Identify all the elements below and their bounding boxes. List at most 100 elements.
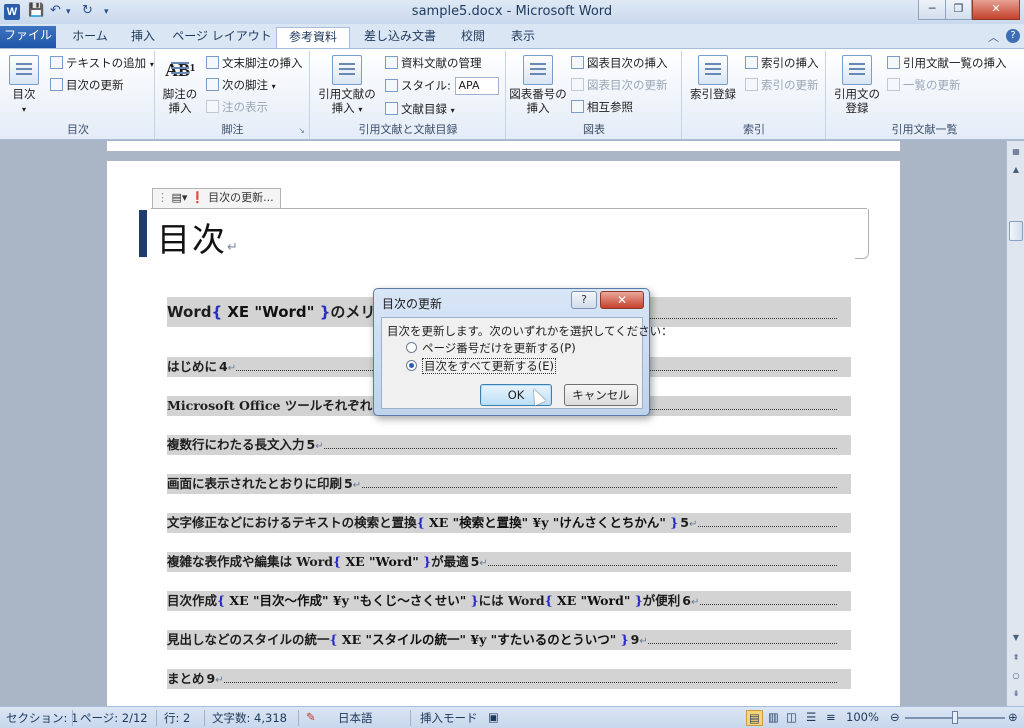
previous-page-icon[interactable]: ⇞ [1009, 651, 1023, 665]
footnote-dialog-launcher-icon[interactable]: ↘ [298, 126, 305, 135]
insert-footnote-button[interactable]: AB¹ 脚注の 挿入 [158, 55, 202, 115]
zoom-slider-thumb[interactable] [952, 711, 958, 724]
status-separator [156, 710, 157, 726]
tab-page-layout[interactable]: ページ レイアウト [172, 27, 272, 48]
toc-entry[interactable]: 文字修正などにおけるテキストの検索と置換{ XE "検索と置換" ¥y "けんさ… [167, 513, 851, 533]
show-notes-button[interactable]: 注の表示 [206, 99, 268, 115]
update-index-button[interactable]: 索引の更新 [745, 77, 819, 93]
scroll-down-icon[interactable]: ▼ [1009, 631, 1023, 645]
next-page-icon[interactable]: ⇟ [1009, 687, 1023, 701]
tab-home[interactable]: ホーム [62, 27, 118, 48]
scroll-thumb[interactable] [1009, 221, 1023, 241]
index-entry-field: XE "目次～作成" ¥y "もくじ～さくせい" [225, 593, 471, 608]
draft-view-icon[interactable]: ≡ [826, 710, 836, 724]
previous-page-bottom [107, 141, 900, 151]
insert-toa-button[interactable]: 引用文献一覧の挿入 [887, 55, 1007, 71]
toc-entry[interactable]: 画面に表示されたとおりに印刷 5↵ [167, 474, 851, 494]
web-layout-icon[interactable]: ◫ [786, 710, 797, 724]
window-title: sample5.docx - Microsoft Word [411, 4, 613, 19]
insert-citation-icon [332, 55, 362, 85]
toc-entry[interactable]: 見出しなどのスタイルの統一{ XE "スタイルの統一" ¥y "すたいるのとうい… [167, 630, 851, 650]
radio-update-page-numbers[interactable]: ページ番号だけを更新する(P) [406, 340, 576, 356]
toc-entry[interactable]: まとめ 9↵ [167, 669, 851, 689]
ruler-toggle-icon[interactable]: ▦ [1009, 145, 1023, 159]
close-button[interactable]: ✕ [972, 0, 1020, 20]
zoom-level[interactable]: 100% [846, 710, 879, 724]
vertical-scrollbar[interactable]: ▦ ▲ ▼ ⇞ ○ ⇟ [1006, 141, 1024, 706]
ribbon: 目次 ▾ テキストの追加 ▾ 目次の更新 目次 AB¹ 脚注の 挿入 文末脚注の挿… [0, 48, 1024, 140]
tab-mailings[interactable]: 差し込み文書 [354, 27, 446, 48]
toc-entry[interactable]: 目次作成{ XE "目次～作成" ¥y "もくじ～さくせい" }には Word{… [167, 591, 851, 611]
toc-entry[interactable]: 複数行にわたる長文入力 5↵ [167, 435, 851, 455]
radio-dot-selected[interactable] [406, 360, 417, 371]
status-separator [72, 710, 73, 726]
update-toc-button[interactable]: 目次の更新 [50, 77, 124, 93]
insert-index-button[interactable]: 索引の挿入 [745, 55, 819, 71]
style-select[interactable]: スタイル: APA [385, 77, 499, 95]
status-separator [410, 710, 411, 726]
zoom-out-icon[interactable]: ⊖ [890, 710, 900, 724]
index-entry-field: XE "Word" [341, 554, 424, 569]
mark-entry-button[interactable]: 索引登録 [685, 55, 741, 101]
outline-view-icon[interactable]: ☰ [806, 710, 816, 724]
minimize-button[interactable]: ─ [918, 0, 946, 20]
insert-citation-button[interactable]: 引用文献の 挿入 ▾ [315, 55, 379, 117]
toc-content-control-border [151, 208, 867, 210]
drag-handle-icon[interactable]: ⋮ [157, 191, 168, 204]
tab-review[interactable]: 校閲 [450, 27, 496, 48]
style-dropdown[interactable]: APA [454, 77, 499, 95]
browse-object-icon[interactable]: ○ [1009, 669, 1023, 683]
cancel-button[interactable]: キャンセル [564, 384, 638, 406]
radio-update-entire-table[interactable]: 目次をすべて更新する(E) [406, 358, 556, 374]
toc-content-control-corner [855, 209, 869, 259]
status-word-count[interactable]: 文字数: 4,318 [212, 710, 287, 726]
status-section[interactable]: セクション: 1 [6, 710, 78, 726]
tab-file[interactable]: ファイル [0, 26, 56, 48]
zoom-in-icon[interactable]: ⊕ [1008, 710, 1018, 724]
insert-endnote-button[interactable]: 文末脚注の挿入 [206, 55, 303, 71]
mark-entry-icon [698, 55, 728, 85]
cross-reference-icon [571, 100, 584, 113]
insert-caption-button[interactable]: 図表番号の 挿入 [509, 55, 567, 115]
dialog-close-button[interactable]: ✕ [600, 291, 644, 309]
manage-sources-button[interactable]: 資料文献の管理 [385, 55, 482, 71]
update-table-button[interactable]: 図表目次の更新 [571, 77, 668, 93]
restore-button[interactable]: ❐ [945, 0, 972, 20]
toc-entry-text: Word{ XE "Word" }のメリ [167, 303, 380, 321]
radio-dot[interactable] [406, 342, 417, 353]
toc-entry-text: 画面に表示されたとおりに印刷 [167, 476, 347, 491]
tab-references[interactable]: 参考資料 [276, 27, 350, 48]
tab-view[interactable]: 表示 [500, 27, 546, 48]
mark-citation-button[interactable]: 引用文の 登録 [829, 55, 885, 115]
toc-menu-icon[interactable]: ▤▾ [172, 191, 188, 204]
status-line[interactable]: 行: 2 [164, 710, 190, 726]
tab-insert[interactable]: 挿入 [120, 27, 166, 48]
toc-entry[interactable]: 複雑な表作成や編集は Word{ XE "Word" }が最適 5↵ [167, 552, 851, 572]
update-toa-icon [887, 78, 900, 91]
document-area[interactable]: ⋮ ▤▾ ❗ 目次の更新... 目次↵ Word{ XE "Word" }のメリ… [0, 141, 1006, 706]
next-footnote-button[interactable]: 次の脚注 ▾ [206, 77, 276, 95]
proofing-icon[interactable]: ✎ [306, 710, 316, 724]
status-insert-mode[interactable]: 挿入モード [420, 710, 478, 726]
minimize-ribbon-icon[interactable]: ︿ [988, 29, 999, 45]
dialog-help-button[interactable]: ? [571, 291, 597, 309]
print-layout-view-icon[interactable]: ▤ [746, 710, 763, 726]
status-language[interactable]: 日本語 [338, 710, 373, 726]
update-toc-tab-label[interactable]: 目次の更新... [208, 191, 274, 204]
toc-button[interactable]: 目次 ▾ [4, 55, 44, 117]
full-screen-reading-icon[interactable]: ▥ [768, 710, 779, 724]
update-toa-button[interactable]: 一覧の更新 [887, 77, 961, 93]
toc-control-tab[interactable]: ⋮ ▤▾ ❗ 目次の更新... [152, 188, 281, 208]
bibliography-icon [385, 102, 398, 115]
insert-table-of-figures-button[interactable]: 図表目次の挿入 [571, 55, 668, 71]
scroll-up-icon[interactable]: ▲ [1009, 163, 1023, 177]
add-text-button[interactable]: テキストの追加 ▾ [50, 55, 154, 73]
ribbon-tabs: ファイル ホーム 挿入 ページ レイアウト 参考資料 差し込み文書 校閲 表示 … [0, 24, 1024, 48]
document-page[interactable]: ⋮ ▤▾ ❗ 目次の更新... 目次↵ Word{ XE "Word" }のメリ… [107, 161, 900, 706]
macro-record-icon[interactable]: ▣ [488, 710, 499, 724]
status-bar: セクション: 1 ページ: 2/12 行: 2 文字数: 4,318 ✎ 日本語… [0, 706, 1024, 728]
bibliography-button[interactable]: 文献目録 ▾ [385, 101, 455, 119]
help-icon[interactable]: ? [1006, 29, 1020, 43]
cross-reference-button[interactable]: 相互参照 [571, 99, 633, 115]
status-page[interactable]: ページ: 2/12 [80, 710, 148, 726]
